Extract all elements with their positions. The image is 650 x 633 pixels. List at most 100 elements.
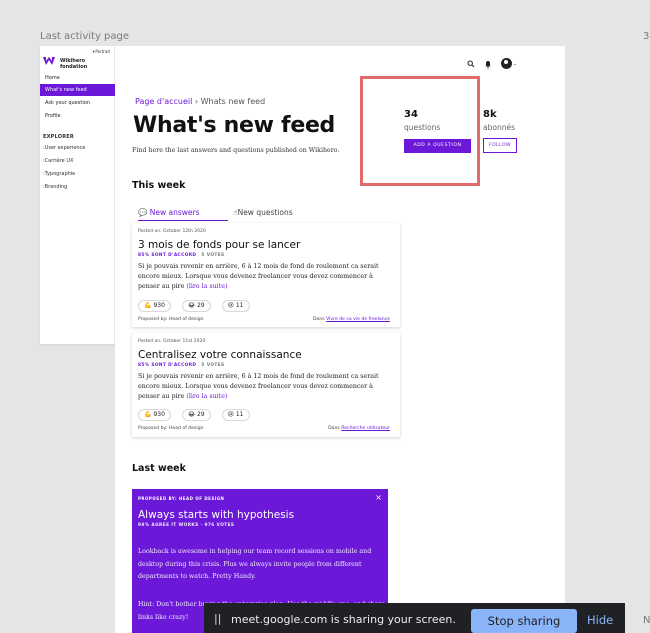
card-votes: 5 VOTES <box>201 363 225 368</box>
sidebar-portrait-link[interactable]: ✦Portrait <box>92 49 110 54</box>
hypothesis-card-kicker: PROPOSED BY: HEAD OF DESIGN <box>138 496 225 501</box>
reaction-button[interactable]: 💪 930 <box>138 409 171 421</box>
reaction-count: 930 <box>153 302 165 309</box>
reaction-button[interactable]: 😢 11 <box>221 409 250 421</box>
avatar[interactable] <box>500 58 512 69</box>
card-body: Si je pouvais revenir en arrière, 6 à 12… <box>138 262 394 292</box>
hypothesis-card-body: Lookback is awesome in helping our team … <box>138 548 372 580</box>
main-content: ⌄ Page d'accueil › Whats new feed What's… <box>115 46 565 633</box>
screen-share-banner: || meet.google.com is sharing your scree… <box>204 603 625 633</box>
card-footer: Proposed by: Head of design Dans Vivre d… <box>138 317 394 322</box>
tab-new-questions[interactable]: ☝New questions <box>233 208 293 221</box>
close-icon[interactable]: × <box>375 493 382 502</box>
card-title[interactable]: 3 mois de fonds pour se lancer <box>138 239 300 251</box>
reaction-count: 11 <box>235 411 244 418</box>
sidebar-item-home[interactable]: Home <box>40 72 115 84</box>
followers-label: abonnés <box>483 123 515 132</box>
card-meta: 85% SONT D'ACCORD 5 VOTES <box>138 253 225 258</box>
breadcrumb-current: Whats new feed <box>200 97 266 106</box>
card-agree: 85% SONT D'ACCORD <box>138 253 197 258</box>
reaction-button[interactable]: 😂 29 <box>181 409 211 421</box>
frame-label-right: 3 <box>643 31 650 42</box>
read-more-link[interactable]: (lire la suite) <box>186 393 227 400</box>
breadcrumb-home-link[interactable]: Page d'accueil <box>135 97 192 106</box>
reaction-button[interactable]: 💪 930 <box>138 300 171 312</box>
card-date: Posted on: October 12th 2020 <box>138 229 206 234</box>
tab-new-answers[interactable]: 💬 New answers <box>138 208 228 221</box>
hypothesis-card-meta: 98% AGREE IT WORKS · 976 VOTES <box>138 523 235 528</box>
reaction-count: 29 <box>196 302 205 309</box>
follow-button[interactable]: FOLLOW <box>483 138 517 153</box>
bell-icon[interactable] <box>484 60 492 68</box>
sidebar-sub-item-branding[interactable]: :Branding <box>43 184 67 190</box>
card-title[interactable]: Centralisez votre connaissance <box>138 349 302 361</box>
laugh-emoji-icon: 😂 <box>187 302 195 309</box>
card-reactions: 💪 930 😂 29 😢 11 <box>138 409 250 421</box>
frame-label-bottom-right: N <box>643 615 650 626</box>
card-reactions: 💪 930 😂 29 😢 11 <box>138 300 250 312</box>
frame-label: Last activity page <box>40 31 130 42</box>
sidebar-sub-item-carriere-ux[interactable]: :Carrière UX <box>43 158 73 164</box>
sidebar-sub-item-typographie[interactable]: :Typographie <box>43 171 75 177</box>
reaction-button[interactable]: 😢 11 <box>221 300 250 312</box>
search-icon[interactable] <box>467 60 475 68</box>
stop-sharing-button[interactable]: Stop sharing <box>471 609 577 633</box>
feed-tabs: 💬 New answers ☝New questions <box>135 208 397 222</box>
card-footer: Proposed by: Head of design Dans Recherc… <box>138 426 394 431</box>
reaction-count: 930 <box>153 411 165 418</box>
breadcrumb: Page d'accueil › Whats new feed <box>135 97 265 106</box>
card-votes: 5 VOTES <box>201 253 225 258</box>
sad-emoji-icon: 😢 <box>227 411 234 418</box>
reaction-button[interactable]: 😂 29 <box>181 300 211 312</box>
card-category-prefix: Dans <box>328 426 340 431</box>
canvas: Last activity page 3 N ✦Portrait Wikiher… <box>0 0 650 633</box>
sad-emoji-icon: 😢 <box>227 302 234 309</box>
share-message: meet.google.com is sharing your screen. <box>231 613 456 626</box>
card-proposed-by: Proposed by: Head of design <box>138 317 204 322</box>
card-category-prefix: Dans <box>312 317 325 322</box>
sidebar-section-heading: EXPLORER <box>43 134 74 140</box>
chevron-down-icon[interactable]: ⌄ <box>513 61 517 67</box>
card-category: Dans Recherche utilisateur <box>328 426 390 431</box>
last-week-heading: Last week <box>132 463 186 474</box>
page-subtitle: Find here the last answers and questions… <box>132 147 340 154</box>
reaction-count: 11 <box>235 302 244 309</box>
pause-icon: || <box>214 612 222 625</box>
read-more-link[interactable]: (lire la suite) <box>186 283 227 290</box>
followers-stat: 8k abonnés <box>483 109 515 132</box>
sidebar-sub-item-user-experience[interactable]: :User experience <box>43 145 85 151</box>
this-week-heading: This week <box>132 180 186 191</box>
card-category-link[interactable]: Vivre de sa vie de freelance <box>326 317 390 322</box>
muscle-emoji-icon: 💪 <box>144 411 152 418</box>
answer-card[interactable]: Posted on: October 12th 2020 3 mois de f… <box>132 223 400 327</box>
muscle-emoji-icon: 💪 <box>144 302 152 309</box>
card-category-link[interactable]: Recherche utilisateur <box>341 426 390 431</box>
answer-card[interactable]: Posted on: October 11st 2020 Centralisez… <box>132 333 400 437</box>
sidebar: ✦Portrait Wikihero fondation Home What's… <box>40 46 115 344</box>
hide-button[interactable]: Hide <box>587 613 613 627</box>
card-category: Dans Vivre de sa vie de freelance <box>313 317 390 322</box>
card-body-text: Si je pouvais revenir en arrière, 6 à 12… <box>138 263 379 290</box>
card-body: Si je pouvais revenir en arrière, 6 à 12… <box>138 372 394 402</box>
header-icons: ⌄ <box>467 58 517 69</box>
card-meta: 85% SONT D'ACCORD 5 VOTES <box>138 363 225 368</box>
tab-new-answers-label: New answers <box>149 208 200 217</box>
highlight-annotation <box>360 76 480 186</box>
laugh-emoji-icon: 😂 <box>187 411 195 418</box>
hypothesis-card-title[interactable]: Always starts with hypothesis <box>138 509 294 521</box>
sidebar-item-profile[interactable]: Profile <box>40 110 115 122</box>
wikihero-logo-icon <box>43 57 55 65</box>
card-proposed-by: Proposed by: Head of design <box>138 426 204 431</box>
page-title: What's new feed <box>133 113 336 138</box>
sidebar-item-ask-question[interactable]: Ask your question <box>40 97 115 109</box>
breadcrumb-separator: › <box>192 97 201 106</box>
tab-new-questions-label: New questions <box>237 208 293 217</box>
sidebar-item-whats-new-feed[interactable]: What's new feed <box>40 84 115 96</box>
followers-count: 8k <box>483 109 497 120</box>
card-agree: 85% SONT D'ACCORD <box>138 363 197 368</box>
sidebar-brand: Wikihero fondation <box>60 58 88 70</box>
reaction-count: 29 <box>196 411 205 418</box>
speech-bubble-icon: 💬 <box>138 208 148 217</box>
card-date: Posted on: October 11st 2020 <box>138 339 206 344</box>
card-body-text: Si je pouvais revenir en arrière, 6 à 12… <box>138 373 379 400</box>
